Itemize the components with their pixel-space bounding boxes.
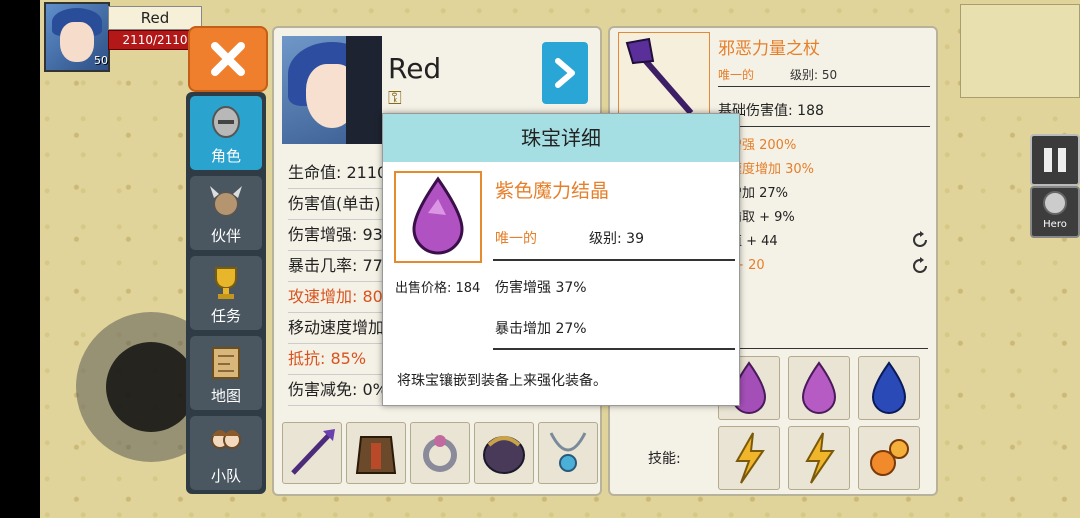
pause-icon [1044, 148, 1052, 172]
divider [493, 348, 735, 350]
gem-slot-3[interactable] [858, 356, 920, 420]
tab-map[interactable]: 地图 [190, 336, 262, 410]
chevron-right-icon [555, 58, 575, 88]
divider [718, 86, 930, 87]
gem-attribute: 伤害增强 37% [495, 280, 587, 296]
divider [493, 259, 735, 261]
trophy-icon [215, 267, 237, 299]
gem-rarity: 唯一的 [495, 231, 537, 247]
armor-icon [355, 436, 397, 474]
staff-icon [625, 37, 694, 115]
pause-button[interactable] [1030, 134, 1080, 186]
blue-gem-icon [871, 361, 907, 414]
next-character-button[interactable] [542, 42, 588, 104]
skill-slot-3[interactable] [858, 426, 920, 490]
equipment-row [278, 422, 598, 486]
screen-left-edge [0, 0, 40, 518]
equip-slot-ring[interactable] [410, 422, 470, 484]
gem-image [394, 171, 482, 263]
skill-slot-2[interactable] [788, 426, 850, 490]
player-level: 50 [94, 54, 108, 67]
refresh-icon[interactable] [910, 230, 930, 250]
item-rarity: 唯一的 [718, 68, 755, 82]
item-attributes: 害增强 200% 击速度增加 30% 击增加 27% 命偷取 + 9% 害值 +… [716, 134, 916, 278]
equip-slot-helmet[interactable] [474, 422, 534, 484]
necklace-icon [549, 432, 587, 472]
gem-detail-modal: 珠宝详细 紫色魔力结晶 唯一的 级别: 39 出售价格: 184 伤害增强 37… [382, 113, 740, 406]
helmet-icon [212, 106, 240, 138]
tab-column: 角色 伙伴 任务 地图 小队 [186, 92, 266, 494]
joystick-knob[interactable] [106, 342, 196, 432]
lightning-icon [735, 432, 765, 484]
character-name: Red [388, 52, 442, 85]
item-title: 邪恶力量之杖 [718, 39, 820, 59]
sell-price: 出售价格: 184 [395, 281, 481, 296]
ring-icon [423, 435, 457, 472]
item-attribute: 害增强 200% [716, 138, 797, 153]
character-portrait [282, 36, 382, 144]
gem-attribute: 暴击增加 27% [495, 321, 587, 337]
item-attribute: 击增加 27% [716, 186, 789, 201]
party-icon [211, 430, 241, 449]
lightning-icon [805, 432, 835, 484]
helmet-icon [483, 436, 525, 474]
map-icon [212, 347, 240, 379]
tab-party[interactable]: 小队 [190, 416, 262, 490]
gem-name: 紫色魔力结晶 [495, 180, 610, 202]
skill-label: 技能: [648, 451, 681, 467]
divider [718, 126, 930, 127]
tab-quest[interactable]: 任务 [190, 256, 262, 330]
fireball-icon [870, 439, 909, 476]
player-name: Red [108, 6, 202, 30]
modal-title: 珠宝详细 [383, 114, 739, 162]
player-avatar[interactable]: 50 [44, 2, 110, 72]
item-level: 级别: 50 [790, 68, 838, 82]
tab-partner[interactable]: 伙伴 [190, 176, 262, 250]
purple-gem-icon [412, 176, 464, 255]
hero-helmet-icon [1043, 191, 1067, 215]
hero-button[interactable]: Hero [1030, 186, 1080, 238]
horned-helmet-icon [210, 186, 242, 217]
equip-slot-necklace[interactable] [538, 422, 598, 484]
equip-slot-armor[interactable] [346, 422, 406, 484]
key-icon: ⚿ [388, 88, 402, 109]
minimap[interactable] [960, 4, 1080, 98]
equip-slot-staff[interactable] [282, 422, 342, 484]
refresh-icon[interactable] [910, 256, 930, 276]
close-icon [211, 42, 245, 76]
gem-level: 级别: 39 [589, 231, 644, 247]
staff-icon [291, 429, 335, 475]
purple-gem-icon [801, 361, 837, 414]
item-attribute: 害值 + 44 [716, 234, 778, 249]
item-attribute: 力 + 20 [716, 258, 765, 273]
gem-slot-2[interactable] [788, 356, 850, 420]
item-attribute: 击速度增加 30% [716, 162, 815, 177]
skill-slot-1[interactable] [718, 426, 780, 490]
hero-label: Hero [1043, 219, 1067, 230]
item-attribute: 命偷取 + 9% [716, 210, 795, 225]
close-button[interactable] [188, 26, 268, 92]
gem-description: 将珠宝镶嵌到装备上来强化装备。 [397, 373, 607, 389]
tab-character[interactable]: 角色 [190, 96, 262, 170]
item-image[interactable] [618, 32, 710, 126]
